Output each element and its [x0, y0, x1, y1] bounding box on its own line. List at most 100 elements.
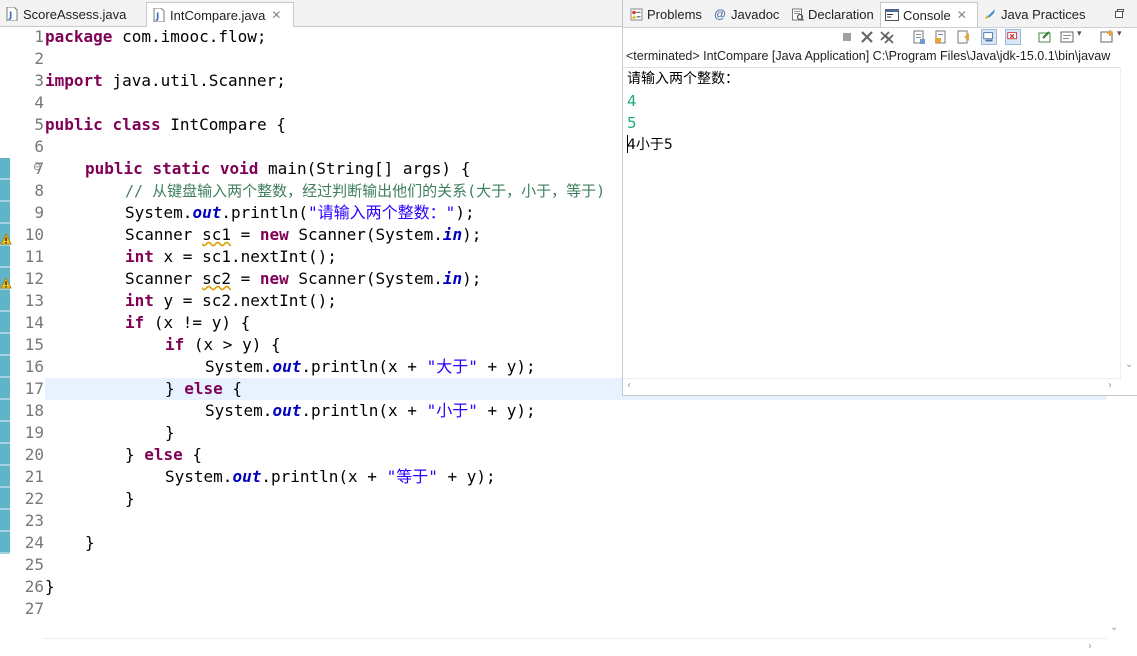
- scroll-left-icon[interactable]: ‹: [627, 380, 631, 391]
- javadoc-icon: @: [714, 7, 726, 21]
- code-line: public class IntCompare {: [45, 115, 286, 134]
- show-console-output-icon[interactable]: [955, 29, 971, 45]
- tab-intcompare[interactable]: J IntCompare.java ✕: [146, 2, 294, 27]
- show-on-stdout-icon[interactable]: [981, 29, 997, 45]
- java-file-icon: J: [6, 7, 18, 21]
- warning-icon[interactable]: [0, 274, 12, 289]
- chevron-down-icon[interactable]: ▾: [1077, 29, 1093, 45]
- line-number: 2: [34, 49, 44, 68]
- line-number: 25: [24, 555, 44, 574]
- tab-label: ScoreAssess.java: [23, 6, 127, 22]
- maximize-view-button[interactable]: [1113, 2, 1125, 26]
- scroll-down-icon[interactable]: ⌄: [1110, 622, 1118, 633]
- code-line: }: [165, 423, 175, 442]
- scroll-down-icon[interactable]: ⌄: [1125, 359, 1133, 370]
- tab-console[interactable]: Console ✕: [880, 2, 978, 27]
- code-line: Scanner sc2 = new Scanner(System.in);: [125, 269, 482, 288]
- line-number: 20: [24, 445, 44, 464]
- line-number: 8: [34, 181, 44, 200]
- close-icon[interactable]: ✕: [271, 8, 281, 22]
- editor-horizontal-scrollbar[interactable]: ›: [42, 638, 1107, 656]
- tab-label: Java Practices: [1001, 6, 1086, 22]
- console-horizontal-scrollbar[interactable]: ‹ ›: [623, 378, 1120, 395]
- code-line: System.out.println(x + "大于" + y);: [205, 357, 536, 376]
- remove-all-terminated-icon[interactable]: [879, 29, 895, 45]
- scroll-right-icon[interactable]: ›: [1108, 380, 1112, 391]
- pin-console-icon[interactable]: [1037, 29, 1053, 45]
- scroll-right-icon[interactable]: ›: [1088, 641, 1092, 652]
- code-line: System.out.println("请输入两个整数：");: [125, 203, 475, 222]
- scroll-lock-icon[interactable]: [911, 29, 927, 45]
- restore-icon: [1115, 9, 1124, 18]
- line-number: 12: [24, 269, 44, 288]
- code-line: }: [125, 489, 135, 508]
- change-marker: [0, 158, 10, 554]
- remove-launch-icon[interactable]: [859, 29, 875, 45]
- code-line: public static void main(String[] args) {: [85, 159, 471, 178]
- problems-icon: [629, 7, 643, 21]
- java-practices-icon: [983, 7, 997, 21]
- console-toolbar: ▾ ▾: [623, 27, 1137, 47]
- tab-javadoc[interactable]: @ Javadoc: [709, 2, 779, 26]
- line-number: 3: [34, 71, 44, 90]
- line-number: 17: [24, 379, 44, 398]
- console-vertical-scrollbar[interactable]: ⌄: [1120, 67, 1137, 379]
- close-icon[interactable]: ✕: [957, 8, 967, 22]
- console-input-line: 4: [627, 92, 637, 110]
- code-line: if (x != y) {: [125, 313, 251, 332]
- code-line: }: [85, 533, 95, 552]
- word-wrap-icon[interactable]: [933, 29, 949, 45]
- line-number: 11: [24, 247, 44, 266]
- editor-vertical-scrollbar[interactable]: ⌄: [1107, 400, 1123, 638]
- svg-text:J: J: [155, 12, 159, 22]
- code-line: int x = sc1.nextInt();: [125, 247, 337, 266]
- code-line: }: [45, 577, 55, 596]
- tab-scoreassess[interactable]: J ScoreAssess.java: [0, 2, 144, 26]
- tab-label: IntCompare.java: [170, 7, 266, 23]
- tab-problems[interactable]: Problems: [625, 2, 702, 26]
- code-line: System.out.println(x + "小于" + y);: [205, 401, 536, 420]
- line-number: 5: [34, 115, 44, 134]
- terminate-icon[interactable]: [839, 29, 855, 45]
- line-number: 22: [24, 489, 44, 508]
- declaration-icon: [790, 7, 804, 21]
- line-number: 14: [24, 313, 44, 332]
- tab-java-practices[interactable]: Java Practices: [979, 2, 1086, 26]
- fold-toggle-icon[interactable]: ⊖: [33, 162, 41, 173]
- code-line: package com.imooc.flow;: [45, 27, 267, 46]
- line-number: 6: [34, 137, 44, 156]
- chevron-down-icon[interactable]: ▾: [1117, 29, 1133, 45]
- change-ruler: [0, 158, 10, 554]
- console-status-line: <terminated> IntCompare [Java Applicatio…: [626, 49, 1111, 63]
- line-number: 4: [34, 93, 44, 112]
- console-line: 4小于5: [627, 137, 673, 153]
- line-number: 1: [34, 27, 44, 46]
- code-line: import java.util.Scanner;: [45, 71, 286, 90]
- line-number: 18: [24, 401, 44, 420]
- console-view: Problems @ Javadoc Declaration Console ✕…: [622, 0, 1137, 396]
- tab-label: Javadoc: [731, 6, 780, 22]
- console-output[interactable]: 请输入两个整数： 4 5 4小于5: [623, 67, 1121, 378]
- code-line: } else {: [165, 379, 243, 398]
- tab-label: Declaration: [808, 6, 874, 22]
- warning-icon[interactable]: [0, 230, 12, 245]
- code-line: Scanner sc1 = new Scanner(System.in);: [125, 225, 482, 244]
- line-number: 13: [24, 291, 44, 310]
- display-selected-console-icon[interactable]: [1059, 29, 1075, 45]
- code-line: } else {: [125, 445, 203, 464]
- editor-tab-bar: J ScoreAssess.java J IntCompare.java ✕: [0, 0, 622, 27]
- line-number: 16: [24, 357, 44, 376]
- line-number: 21: [24, 467, 44, 486]
- java-file-icon: J: [153, 8, 165, 22]
- show-on-stderr-icon[interactable]: [1005, 29, 1021, 45]
- tab-declaration[interactable]: Declaration: [786, 2, 874, 26]
- code-line: System.out.println(x + "等于" + y);: [165, 467, 496, 486]
- line-number: 24: [24, 533, 44, 552]
- line-number: 9: [34, 203, 44, 222]
- view-tab-bar: Problems @ Javadoc Declaration Console ✕…: [623, 0, 1137, 28]
- open-console-icon[interactable]: [1099, 29, 1115, 45]
- svg-text:J: J: [8, 11, 12, 21]
- console-input-line: 5: [627, 114, 637, 132]
- line-number: 27: [24, 599, 44, 618]
- code-line: int y = sc2.nextInt();: [125, 291, 337, 310]
